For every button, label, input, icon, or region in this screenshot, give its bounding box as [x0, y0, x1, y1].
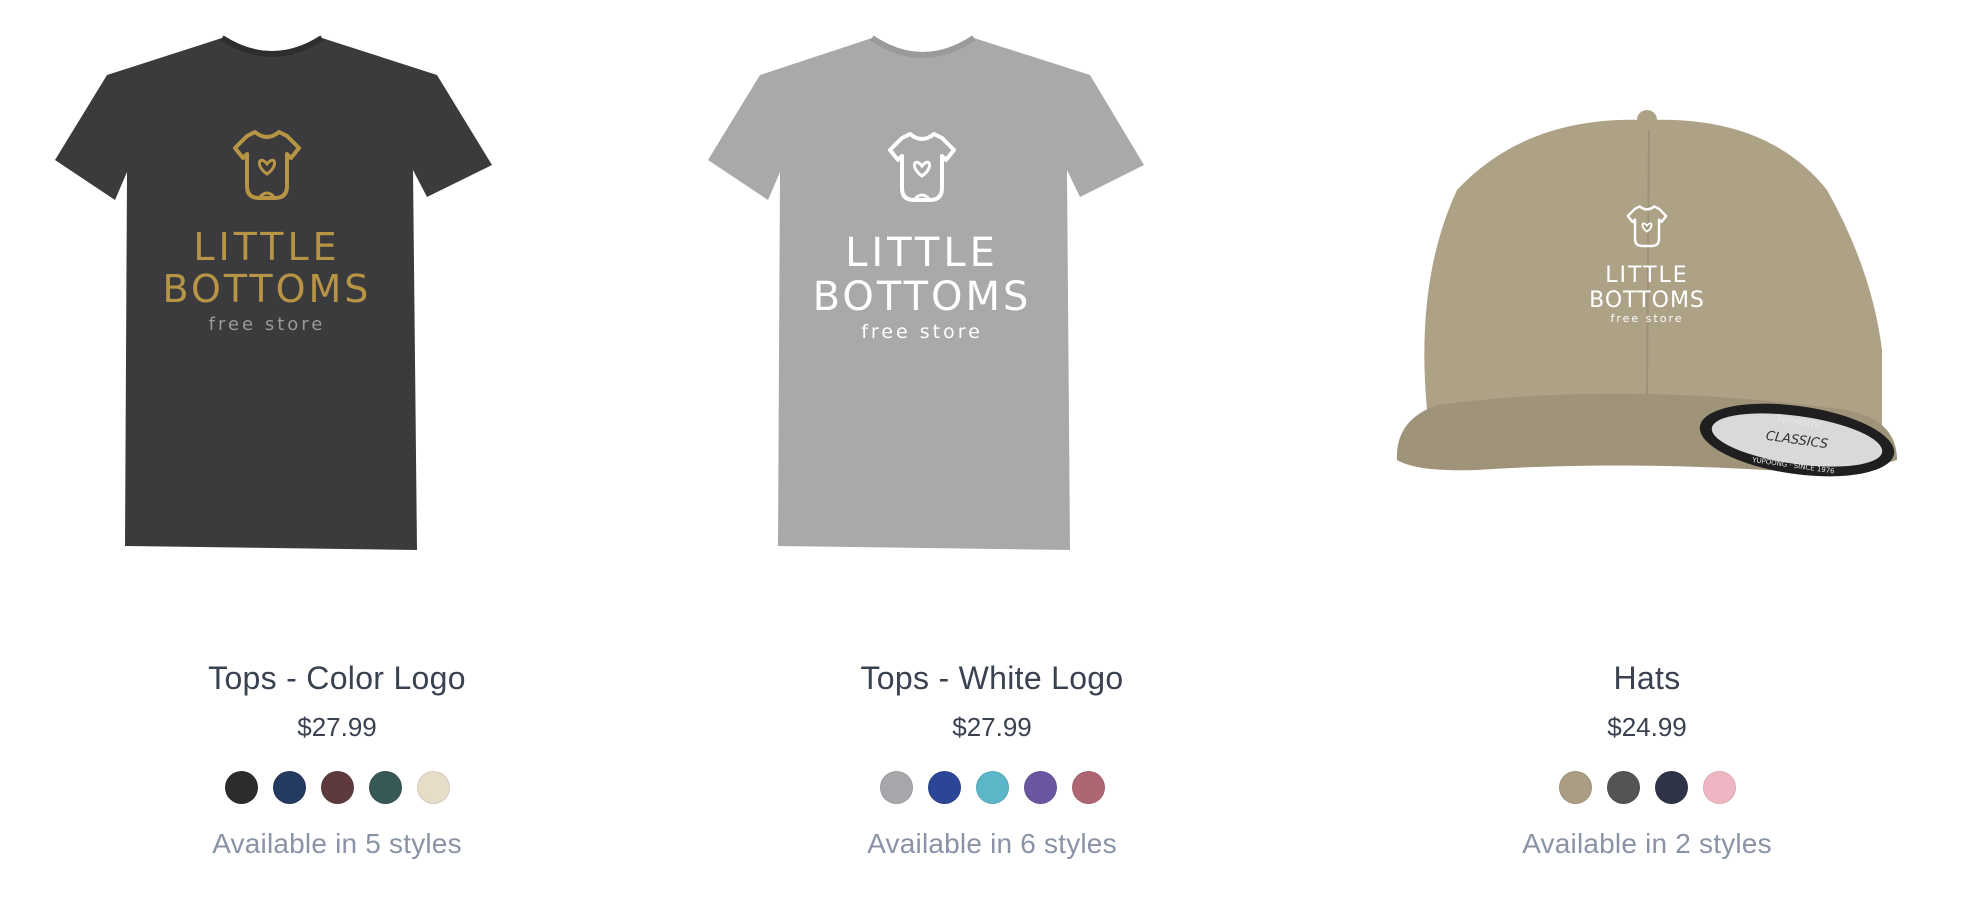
styles-available-text: Available in 6 styles [867, 828, 1117, 859]
logo-line1: LITTLE [845, 230, 999, 276]
logo-line3: free store [209, 314, 326, 335]
logo-line3: free store [1610, 312, 1683, 325]
product-title[interactable]: Tops - Color Logo [17, 660, 657, 697]
product-price: $24.99 [1607, 712, 1687, 742]
styles-available-text: Available in 2 styles [1522, 828, 1772, 859]
color-swatch[interactable] [1654, 771, 1688, 804]
color-swatch[interactable] [368, 771, 402, 804]
product-image-tshirt-dark[interactable]: LITTLE BOTTOMS free store [17, 20, 657, 580]
color-swatch[interactable] [320, 771, 354, 804]
product-price: $27.99 [952, 712, 1032, 742]
color-swatch[interactable] [1606, 771, 1640, 804]
color-swatch[interactable] [975, 771, 1009, 804]
logo-line2: BOTTOMS [813, 274, 1032, 320]
logo-line2: BOTTOMS [163, 267, 372, 311]
logo-line1: LITTLE [193, 225, 340, 269]
product-image-tshirt-grey[interactable]: LITTLE BOTTOMS free store [672, 20, 1312, 580]
cap-image: LITTLE BOTTOMS free store AUTHENTIC CLAS… [1396, 110, 1897, 477]
color-swatches [672, 771, 1312, 804]
product-image-cap[interactable]: LITTLE BOTTOMS free store AUTHENTIC CLAS… [1327, 20, 1966, 580]
product-title[interactable]: Tops - White Logo [672, 660, 1312, 697]
color-swatch[interactable] [1558, 771, 1592, 804]
color-swatches [17, 771, 657, 804]
logo-line3: free store [861, 321, 983, 343]
logo-line1: LITTLE [1605, 263, 1688, 288]
product-grid: LITTLE BOTTOMS free store Tops - Color L… [0, 0, 1966, 898]
product-card-hats[interactable]: LITTLE BOTTOMS free store AUTHENTIC CLAS… [1327, 0, 1966, 898]
color-swatch[interactable] [1071, 771, 1105, 804]
color-swatches [1327, 771, 1966, 804]
logo-line2: BOTTOMS [1589, 288, 1705, 313]
color-swatch[interactable] [1023, 771, 1057, 804]
tshirt-image: LITTLE BOTTOMS free store [55, 35, 492, 550]
color-swatch[interactable] [927, 771, 961, 804]
color-swatch[interactable] [879, 771, 913, 804]
color-swatch[interactable] [272, 771, 306, 804]
styles-available-text: Available in 5 styles [212, 828, 462, 859]
product-title[interactable]: Hats [1327, 660, 1966, 697]
product-card-tops-color-logo[interactable]: LITTLE BOTTOMS free store Tops - Color L… [17, 0, 657, 898]
color-swatch[interactable] [224, 771, 258, 804]
product-card-tops-white-logo[interactable]: LITTLE BOTTOMS free store Tops - White L… [672, 0, 1312, 898]
tshirt-image: LITTLE BOTTOMS free store [708, 35, 1144, 550]
color-swatch[interactable] [1702, 771, 1736, 804]
cap-button [1637, 110, 1657, 130]
product-price: $27.99 [297, 712, 377, 742]
color-swatch[interactable] [416, 771, 450, 804]
